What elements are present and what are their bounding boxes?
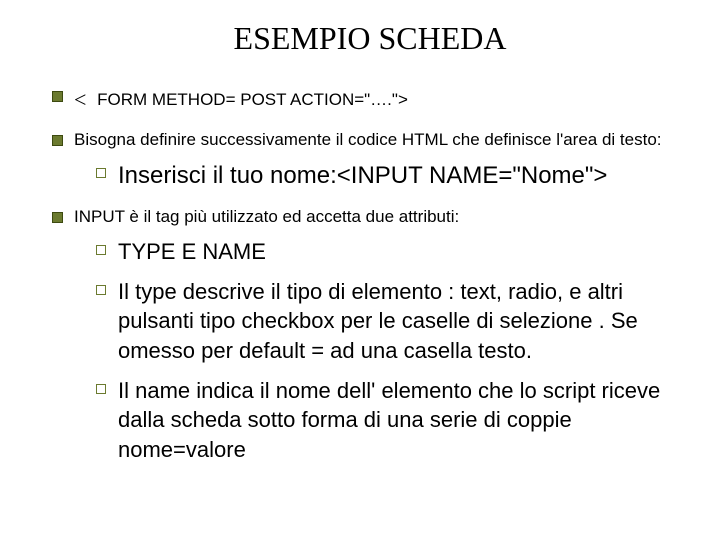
bullet-2-text: Bisogna definire successivamente il codi… [74, 130, 662, 149]
bullet-list: < FORM METHOD= POST ACTION="…."> Bisogna… [50, 85, 690, 465]
slide-title: ESEMPIO SCHEDA [50, 20, 690, 57]
bullet-3-sub-2: Il type descrive il tipo di elemento : t… [94, 277, 690, 366]
bullet-3: INPUT è il tag più utilizzato ed accetta… [50, 206, 690, 465]
bullet-2: Bisogna definire successivamente il codi… [50, 129, 690, 192]
bullet-3-sublist: TYPE E NAME Il type descrive il tipo di … [94, 237, 690, 465]
bullet-2-sub-1: Inserisci il tuo nome:<INPUT NAME="Nome"… [94, 160, 690, 192]
bullet-3-sub-1: TYPE E NAME [94, 237, 690, 267]
bullet-1-text: FORM METHOD= POST ACTION="…."> [97, 90, 408, 109]
bullet-1: < FORM METHOD= POST ACTION="…."> [50, 85, 690, 115]
angle-bracket-icon: < [74, 85, 86, 115]
bullet-2-sublist: Inserisci il tuo nome:<INPUT NAME="Nome"… [94, 160, 690, 192]
bullet-3-sub-3: Il name indica il nome dell' elemento ch… [94, 376, 690, 465]
bullet-3-text: INPUT è il tag più utilizzato ed accetta… [74, 207, 459, 226]
slide: ESEMPIO SCHEDA < FORM METHOD= POST ACTIO… [0, 0, 720, 540]
